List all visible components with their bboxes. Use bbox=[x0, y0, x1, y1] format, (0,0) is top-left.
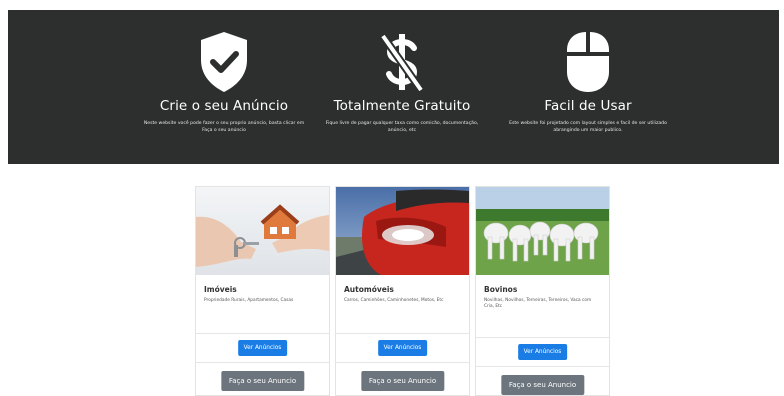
feature-title: Totalmente Gratuito bbox=[333, 98, 471, 114]
card-title: Bovinos bbox=[484, 285, 518, 294]
view-ads-button[interactable]: Ver Anúncios bbox=[377, 340, 428, 356]
create-ad-button[interactable]: Faça o seu Anuncio bbox=[500, 375, 585, 395]
feature-create-ad: Crie o seu Anúncio Neste website você po… bbox=[124, 10, 324, 134]
card-description: Carros, Caminhões, Caminhonetes, Motos, … bbox=[344, 298, 444, 303]
card-bovinos: Bovinos Novilhas, Novilhos, Terneiras, T… bbox=[475, 186, 610, 396]
feature-title: Crie o seu Anúncio bbox=[159, 98, 289, 114]
feature-text: Neste website você pode fazer o seu prop… bbox=[143, 121, 305, 133]
card-imoveis: Imóveis Propriedade Rurais, Apartamentos… bbox=[195, 186, 330, 396]
feature-easy: Facil de Usar Este website foi projetado… bbox=[488, 10, 688, 134]
card-description: Novilhas, Novilhos, Terneiras, Terneiros… bbox=[484, 298, 592, 309]
view-ads-button[interactable]: Ver Anúncios bbox=[517, 344, 568, 360]
card-title: Automóveis bbox=[344, 285, 394, 294]
card-image-cattle bbox=[476, 187, 609, 275]
create-ad-button[interactable]: Faça o seu Anuncio bbox=[360, 371, 445, 391]
feature-text: Este website foi projetado com layout si… bbox=[509, 121, 667, 133]
card-description: Propriedade Rurais, Apartamentos, Casas bbox=[204, 298, 294, 303]
card-image-red-car bbox=[336, 187, 469, 275]
mouse-icon bbox=[567, 32, 609, 92]
view-ads-button[interactable]: Ver Anúncios bbox=[237, 340, 288, 356]
card-title: Imóveis bbox=[204, 285, 237, 294]
dollar-crossed-icon bbox=[379, 33, 425, 93]
card-automoveis: Automóveis Carros, Caminhões, Caminhonet… bbox=[335, 186, 470, 396]
feature-text: Fique livre de pagar qualquer taxa como … bbox=[325, 121, 479, 133]
shield-check-icon bbox=[201, 32, 247, 92]
card-image-house-keys bbox=[196, 187, 329, 275]
create-ad-button[interactable]: Faça o seu Anuncio bbox=[220, 371, 305, 391]
feature-title: Facil de Usar bbox=[544, 98, 632, 114]
feature-free: Totalmente Gratuito Fique livre de pagar… bbox=[302, 10, 502, 134]
hero-banner: Crie o seu Anúncio Neste website você po… bbox=[8, 10, 779, 164]
